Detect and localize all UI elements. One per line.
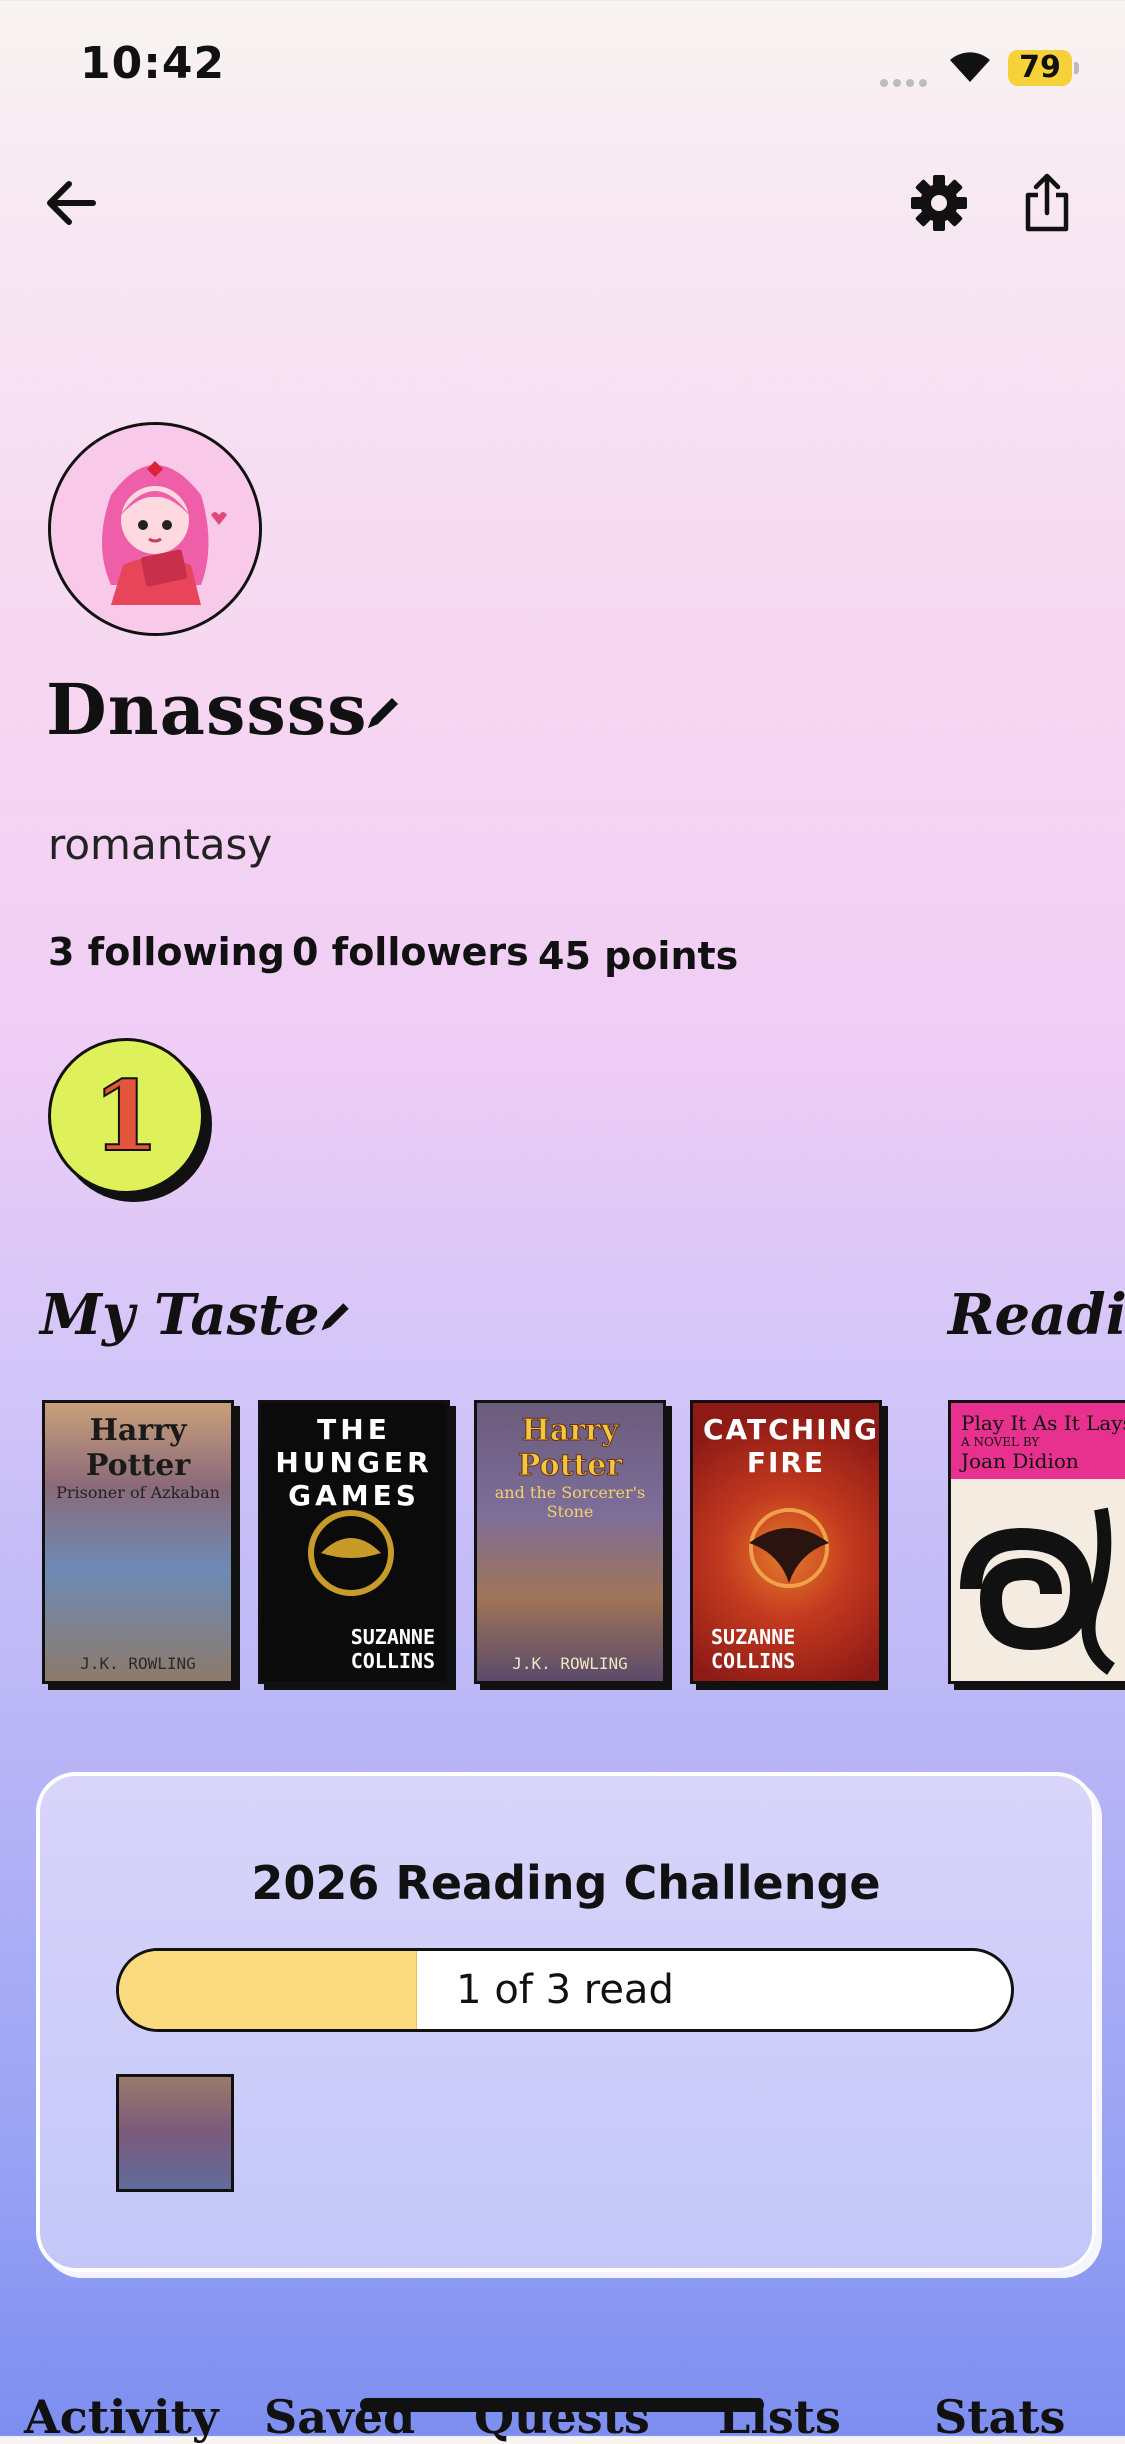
book-author: SUZANNE COLLINS bbox=[711, 1625, 796, 1673]
book-subtitle: and the Sorcerer's Stone bbox=[494, 1483, 646, 1521]
back-button[interactable] bbox=[36, 170, 106, 240]
reading-title: Readin bbox=[948, 1282, 1125, 1348]
book-cover[interactable]: THE HUNGER GAMES SUZANNE COLLINS bbox=[258, 1400, 450, 1684]
points-count: 45 points bbox=[538, 934, 739, 978]
level-badge[interactable]: 1 bbox=[48, 1038, 204, 1194]
share-icon bbox=[1022, 173, 1072, 237]
challenge-book-thumbnail[interactable] bbox=[116, 2074, 234, 2192]
settings-button[interactable] bbox=[904, 170, 974, 240]
book-title: Harry Potter bbox=[85, 1413, 191, 1483]
challenge-progress-bar: 1 of 3 read bbox=[116, 1948, 1014, 2032]
pencil-icon bbox=[316, 1303, 356, 1340]
bio: romantasy bbox=[48, 820, 273, 869]
challenge-title: 2026 Reading Challenge bbox=[251, 1856, 881, 1910]
book-author: SUZANNE COLLINS bbox=[350, 1625, 435, 1673]
book-title: Harry Potter bbox=[517, 1413, 623, 1484]
book-subtitle: Prisoner of Azkaban bbox=[56, 1483, 220, 1502]
followers-count[interactable]: 0 followers bbox=[292, 930, 529, 974]
profile-tabs: Activity Saved Quests Lists Stats bbox=[0, 2390, 1125, 2444]
book-cover[interactable]: Play It As It Lays A NOVEL BY Joan Didio… bbox=[948, 1400, 1125, 1684]
arrow-left-icon bbox=[43, 178, 99, 232]
username: Dnassss bbox=[46, 668, 368, 751]
wifi-icon bbox=[946, 46, 994, 88]
edit-taste-button[interactable] bbox=[316, 1296, 356, 1340]
my-taste-title: My Taste bbox=[40, 1282, 320, 1348]
mockingjay-icon bbox=[749, 1508, 829, 1588]
book-author: J.K. ROWLING bbox=[80, 1654, 196, 1673]
avatar[interactable] bbox=[48, 422, 262, 636]
battery-icon: 79 bbox=[1008, 50, 1072, 86]
book-author: Joan Didion bbox=[961, 1449, 1079, 1473]
book-title: Play It As It Lays bbox=[961, 1411, 1125, 1435]
book-title: THE HUNGER GAMES bbox=[275, 1413, 433, 1512]
gear-icon bbox=[910, 174, 968, 236]
snake-illustration bbox=[960, 1507, 1116, 1675]
book-author: J.K. ROWLING bbox=[512, 1654, 628, 1673]
book-title: CATCHING FIRE bbox=[703, 1413, 879, 1479]
progress-text: 1 of 3 read bbox=[456, 1967, 674, 2013]
book-cover[interactable]: Harry Potter Prisoner of Azkaban J.K. RO… bbox=[42, 1400, 234, 1684]
book-subtitle: A NOVEL BY bbox=[961, 1435, 1040, 1449]
home-indicator bbox=[360, 2398, 764, 2412]
reading-challenge-card[interactable]: 2026 Reading Challenge 1 of 3 read bbox=[36, 1772, 1096, 2272]
share-button[interactable] bbox=[1012, 170, 1082, 240]
book-cover[interactable]: Harry Potter and the Sorcerer's Stone J.… bbox=[474, 1400, 666, 1684]
edit-profile-button[interactable] bbox=[362, 690, 406, 738]
status-time: 10:42 bbox=[80, 38, 226, 89]
cellular-signal-icon bbox=[880, 72, 934, 87]
book-cover[interactable]: CATCHING FIRE SUZANNE COLLINS bbox=[690, 1400, 882, 1684]
following-count[interactable]: 3 following bbox=[48, 930, 285, 974]
battery-tip bbox=[1074, 62, 1079, 74]
mockingjay-icon bbox=[308, 1510, 394, 1596]
pencil-icon bbox=[362, 698, 406, 738]
